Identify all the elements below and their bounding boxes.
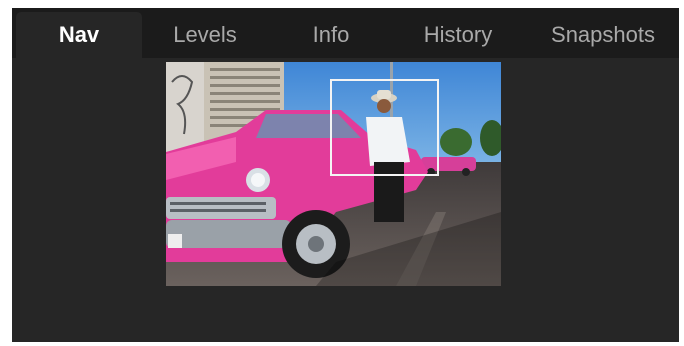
tab-info[interactable]: Info (268, 12, 394, 58)
navigator-viewport-frame[interactable] (330, 79, 439, 176)
tab-history[interactable]: History (392, 12, 524, 58)
panel-tab-bar: Nav Levels Info History Snapshots (12, 8, 679, 58)
tab-nav[interactable]: Nav (16, 12, 142, 58)
tab-snapshots[interactable]: Snapshots (530, 12, 676, 58)
tab-levels[interactable]: Levels (142, 12, 268, 58)
